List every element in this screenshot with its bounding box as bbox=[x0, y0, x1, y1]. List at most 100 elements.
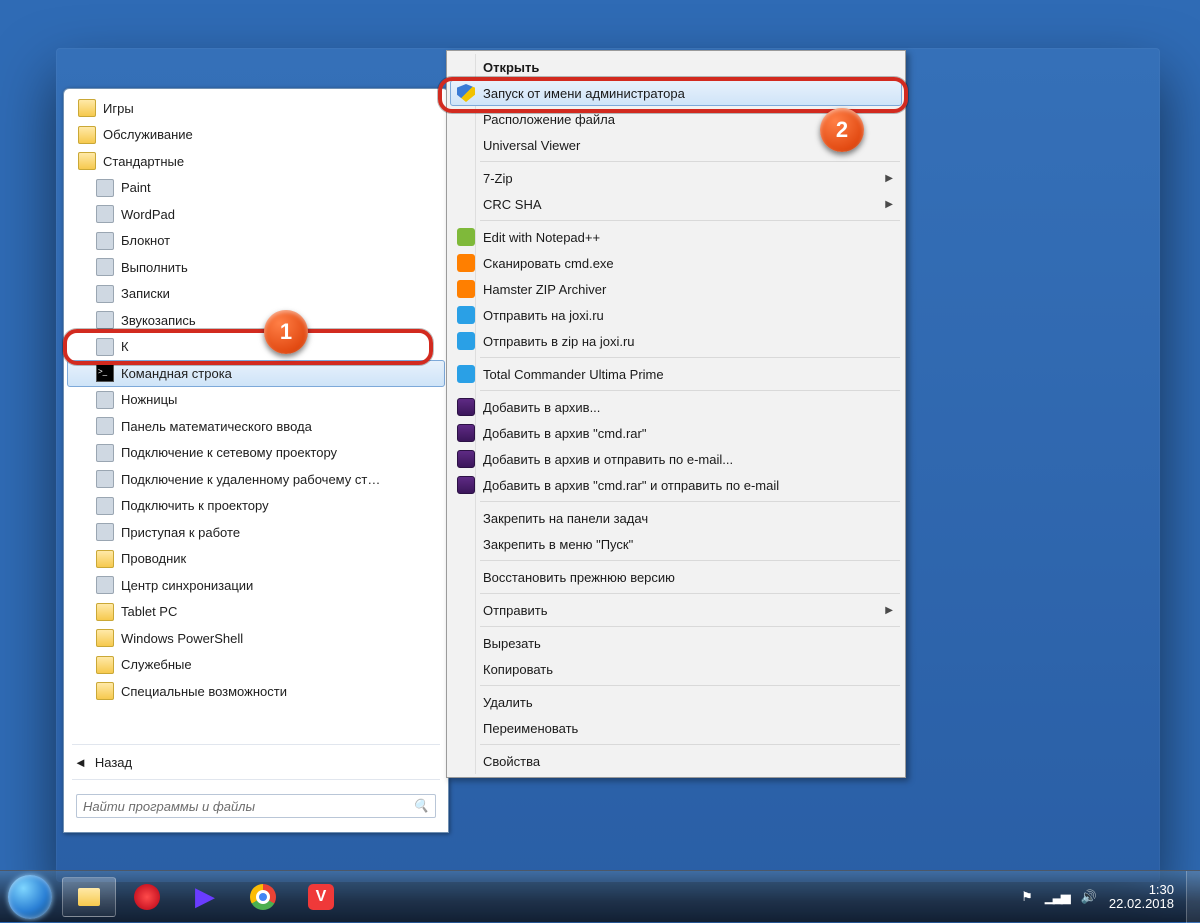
context-menu-item[interactable]: Отправить на joxi.ru bbox=[450, 302, 902, 328]
folder-icon bbox=[78, 152, 96, 170]
chrome-icon bbox=[250, 884, 276, 910]
context-menu-item[interactable]: Закрепить на панели задач bbox=[450, 505, 902, 531]
npp-icon bbox=[457, 228, 475, 246]
taskbar-pinned-explorer[interactable] bbox=[62, 877, 116, 917]
context-menu-item[interactable]: Отправить▶ bbox=[450, 597, 902, 623]
tray-flag-icon[interactable]: ⚑ bbox=[1021, 889, 1033, 905]
start-button[interactable] bbox=[0, 871, 60, 923]
program-item[interactable]: Tablet PC bbox=[67, 599, 445, 626]
context-menu-item[interactable]: Добавить в архив и отправить по e-mail..… bbox=[450, 446, 902, 472]
program-item-label: Проводник bbox=[121, 551, 186, 566]
program-item[interactable]: К bbox=[67, 334, 445, 361]
program-item[interactable]: Звукозапись bbox=[67, 307, 445, 334]
app-icon bbox=[96, 417, 114, 435]
context-menu-item[interactable]: Edit with Notepad++ bbox=[450, 224, 902, 250]
folder-icon bbox=[96, 629, 114, 647]
program-item-label: WordPad bbox=[121, 207, 175, 222]
taskbar-pinned-opera[interactable] bbox=[120, 877, 174, 917]
program-item[interactable]: Обслуживание bbox=[67, 122, 445, 149]
folder-icon bbox=[96, 603, 114, 621]
shield-icon bbox=[457, 84, 475, 102]
start-menu-all-programs: ИгрыОбслуживаниеСтандартныеPaint WordPad Б… bbox=[63, 88, 449, 833]
program-item-label: Служебные bbox=[121, 657, 192, 672]
search-input[interactable]: Найти программы и файлы 🔍 bbox=[76, 794, 436, 818]
taskbar-pinned-media[interactable]: ▶ bbox=[178, 877, 232, 917]
context-menu-item[interactable]: Вырезать bbox=[450, 630, 902, 656]
program-item-label: Подключение к сетевому проектору bbox=[121, 445, 337, 460]
program-item-label: Звукозапись bbox=[121, 313, 196, 328]
program-item[interactable]: Windows PowerShell bbox=[67, 625, 445, 652]
context-menu-separator bbox=[480, 501, 900, 502]
folder-icon bbox=[96, 550, 114, 568]
context-menu-item[interactable]: Добавить в архив "cmd.rar" и отправить п… bbox=[450, 472, 902, 498]
tray-network-icon[interactable]: ▁▃▅ bbox=[1045, 889, 1069, 905]
context-menu-item-label: Добавить в архив... bbox=[483, 400, 600, 415]
context-menu-item[interactable]: Total Commander Ultima Prime bbox=[450, 361, 902, 387]
joxi-icon bbox=[457, 332, 475, 350]
context-menu-item[interactable]: Удалить bbox=[450, 689, 902, 715]
program-item[interactable]: Блокнот bbox=[67, 228, 445, 255]
context-menu-item[interactable]: Закрепить в меню "Пуск" bbox=[450, 531, 902, 557]
taskbar-pinned-chrome[interactable] bbox=[236, 877, 290, 917]
tray-clock[interactable]: 1:30 22.02.2018 bbox=[1109, 883, 1174, 911]
program-item[interactable]: Приступая к работе bbox=[67, 519, 445, 546]
app-icon bbox=[96, 311, 114, 329]
app-icon bbox=[96, 205, 114, 223]
context-menu-item[interactable]: Переименовать bbox=[450, 715, 902, 741]
rar-icon bbox=[457, 450, 475, 468]
context-menu-item-label: Закрепить в меню "Пуск" bbox=[483, 537, 633, 552]
program-item[interactable]: Подключение к сетевому проектору bbox=[67, 440, 445, 467]
taskbar: ▶ V ⚑ ▁▃▅ 🔊 1:30 22.02.2018 bbox=[0, 870, 1200, 922]
context-menu-item[interactable]: Отправить в zip на joxi.ru bbox=[450, 328, 902, 354]
context-menu-item-label: Запуск от имени администратора bbox=[483, 86, 685, 101]
context-menu-item-label: Добавить в архив "cmd.rar" bbox=[483, 426, 646, 441]
context-menu-item[interactable]: Открыть bbox=[450, 54, 902, 80]
program-item[interactable]: Стандартные bbox=[67, 148, 445, 175]
context-menu-item[interactable]: Свойства bbox=[450, 748, 902, 774]
app-icon bbox=[96, 444, 114, 462]
app-icon bbox=[96, 523, 114, 541]
context-menu-item[interactable]: 7-Zip▶ bbox=[450, 165, 902, 191]
annotation-badge-2: 2 bbox=[820, 108, 864, 152]
program-item[interactable]: Центр синхронизации bbox=[67, 572, 445, 599]
back-button[interactable]: ◄ Назад bbox=[64, 747, 448, 777]
program-item[interactable]: Проводник bbox=[67, 546, 445, 573]
program-item[interactable]: Служебные bbox=[67, 652, 445, 679]
taskbar-pinned-vivaldi[interactable]: V bbox=[294, 877, 348, 917]
program-item-label: Tablet PC bbox=[121, 604, 177, 619]
program-item[interactable]: Специальные возможности bbox=[67, 678, 445, 705]
app-icon bbox=[96, 258, 114, 276]
context-menu-item[interactable]: Добавить в архив... bbox=[450, 394, 902, 420]
program-item[interactable]: Подключение к удаленному рабочему ст… bbox=[67, 466, 445, 493]
program-item[interactable]: Игры bbox=[67, 95, 445, 122]
program-item[interactable]: Панель математического ввода bbox=[67, 413, 445, 440]
program-item-label: Ножницы bbox=[121, 392, 177, 407]
context-menu-item-label: 7-Zip bbox=[483, 171, 513, 186]
program-item[interactable]: Paint bbox=[67, 175, 445, 202]
context-menu-item-label: Отправить в zip на joxi.ru bbox=[483, 334, 635, 349]
back-arrow-icon: ◄ bbox=[74, 755, 87, 770]
app-icon bbox=[96, 285, 114, 303]
context-menu-item-label: Удалить bbox=[483, 695, 533, 710]
context-menu-item[interactable]: Копировать bbox=[450, 656, 902, 682]
app-icon bbox=[96, 232, 114, 250]
program-item[interactable]: Ножницы bbox=[67, 387, 445, 414]
context-menu-item[interactable]: Сканировать cmd.exe bbox=[450, 250, 902, 276]
context-menu-item-label: Universal Viewer bbox=[483, 138, 580, 153]
context-menu-item[interactable]: Hamster ZIP Archiver bbox=[450, 276, 902, 302]
context-menu-item[interactable]: Восстановить прежнюю версию bbox=[450, 564, 902, 590]
rar-icon bbox=[457, 424, 475, 442]
program-item[interactable]: WordPad bbox=[67, 201, 445, 228]
program-item[interactable]: Выполнить bbox=[67, 254, 445, 281]
context-menu-item[interactable]: Добавить в архив "cmd.rar" bbox=[450, 420, 902, 446]
program-item[interactable]: Подключить к проектору bbox=[67, 493, 445, 520]
submenu-arrow-icon: ▶ bbox=[885, 199, 893, 210]
program-item[interactable]: >_Командная строка bbox=[67, 360, 445, 387]
show-desktop-button[interactable] bbox=[1186, 871, 1200, 923]
program-item[interactable]: Записки bbox=[67, 281, 445, 308]
context-menu-separator bbox=[480, 744, 900, 745]
context-menu-item[interactable]: Запуск от имени администратора bbox=[450, 80, 902, 106]
context-menu-item[interactable]: CRC SHA▶ bbox=[450, 191, 902, 217]
tray-volume-icon[interactable]: 🔊 bbox=[1081, 889, 1097, 905]
program-list: ИгрыОбслуживаниеСтандартныеPaint WordPad Б… bbox=[64, 89, 448, 742]
